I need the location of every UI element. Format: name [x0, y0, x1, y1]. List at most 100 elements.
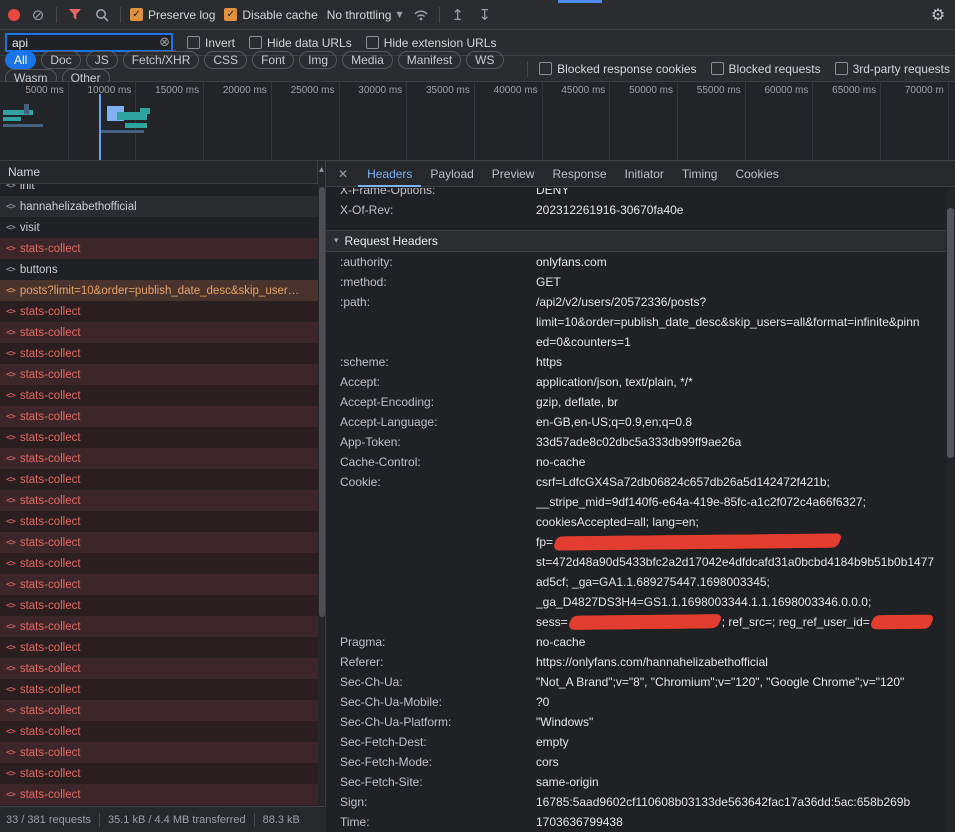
hide-data-urls-checkbox[interactable]: Hide data URLs — [249, 36, 352, 50]
detail-scrollbar[interactable] — [946, 188, 955, 832]
tab-cookies[interactable]: Cookies — [726, 161, 787, 187]
request-row[interactable]: <>stats-collect — [0, 658, 318, 679]
timeline-tick-label: 30000 ms — [336, 85, 402, 96]
request-row[interactable]: <>stats-collect — [0, 574, 318, 595]
status-separator — [254, 813, 255, 827]
scroll-up-icon[interactable]: ▲ — [318, 161, 325, 173]
3rd-party-requests-checkbox[interactable]: 3rd-party requests — [835, 62, 950, 76]
chips-divider — [527, 61, 528, 77]
request-row[interactable]: <>stats-collect — [0, 490, 318, 511]
request-name: stats-collect — [20, 537, 81, 549]
hide-extension-urls-checkbox[interactable]: Hide extension URLs — [366, 36, 497, 50]
header-value-line: fp= — [536, 532, 946, 552]
export-har-icon[interactable]: ↧ — [476, 6, 494, 24]
request-row[interactable]: <>stats-collect — [0, 721, 318, 742]
request-row[interactable]: <>stats-collect — [0, 406, 318, 427]
scrollbar-thumb[interactable] — [947, 208, 954, 458]
close-details-icon[interactable]: ✕ — [328, 167, 358, 181]
request-name: posts?limit=10&order=publish_date_desc&s… — [20, 285, 299, 297]
request-row[interactable]: <>stats-collect — [0, 532, 318, 553]
filter-chip-ws[interactable]: WS — [466, 51, 503, 69]
file-type-icon: <> — [6, 475, 15, 485]
disable-cache-checkbox[interactable]: ✓ Disable cache — [224, 8, 317, 22]
header-value: 202312261916-30670fa40e — [536, 200, 946, 220]
request-name: stats-collect — [20, 789, 81, 801]
filter-chip-media[interactable]: Media — [342, 51, 393, 69]
filter-chip-doc[interactable]: Doc — [41, 51, 80, 69]
request-name: hannahelizabethofficial — [20, 201, 137, 213]
request-row[interactable]: <>stats-collect — [0, 469, 318, 490]
header-name: Sec-Fetch-Mode: — [340, 752, 536, 772]
filter-chip-font[interactable]: Font — [252, 51, 294, 69]
settings-icon[interactable]: ⚙ — [929, 6, 947, 24]
request-row[interactable]: <>stats-collect — [0, 301, 318, 322]
throttling-dropdown[interactable]: No throttling ▼ — [327, 8, 403, 22]
filter-chip-img[interactable]: Img — [299, 51, 337, 69]
request-row[interactable]: <>visit — [0, 217, 318, 238]
request-row[interactable]: <>init — [0, 184, 318, 196]
request-list-scrollbar[interactable]: ▲ — [318, 161, 326, 806]
request-row[interactable]: <>stats-collect — [0, 364, 318, 385]
request-row[interactable]: <>stats-collect — [0, 595, 318, 616]
request-headers-section[interactable]: ▾Request Headers — [326, 230, 946, 252]
filter-chip-js[interactable]: JS — [86, 51, 118, 69]
tab-payload[interactable]: Payload — [421, 161, 482, 187]
clear-filter-icon[interactable]: ⊗ — [159, 35, 170, 50]
request-row[interactable]: <>stats-collect — [0, 616, 318, 637]
clear-icon[interactable]: ⊘ — [29, 6, 47, 24]
request-row[interactable]: <>posts?limit=10&order=publish_date_desc… — [0, 280, 318, 301]
header-value-line: /api2/v2/users/20572336/posts? — [536, 292, 946, 312]
record-icon[interactable] — [8, 9, 20, 21]
file-type-icon: <> — [6, 349, 15, 359]
request-row[interactable]: <>stats-collect — [0, 511, 318, 532]
request-row[interactable]: <>stats-collect — [0, 637, 318, 658]
blocked-requests-checkbox[interactable]: Blocked requests — [711, 62, 821, 76]
filter-chip-manifest[interactable]: Manifest — [398, 51, 461, 69]
import-har-icon[interactable]: ↥ — [449, 6, 467, 24]
request-row[interactable]: <>stats-collect — [0, 343, 318, 364]
request-row[interactable]: <>stats-collect — [0, 784, 318, 805]
tab-preview[interactable]: Preview — [483, 161, 544, 187]
filter-icon[interactable] — [66, 6, 84, 24]
filter-chip-all[interactable]: All — [5, 51, 36, 69]
preserve-log-checkbox[interactable]: ✓ Preserve log — [130, 8, 215, 22]
request-row[interactable]: <>buttons — [0, 259, 318, 280]
invert-checkbox[interactable]: Invert — [187, 36, 235, 50]
file-type-icon: <> — [6, 496, 15, 506]
filter-input[interactable] — [5, 33, 173, 52]
search-icon[interactable] — [93, 6, 111, 24]
request-row[interactable]: <>stats-collect — [0, 427, 318, 448]
tab-initiator[interactable]: Initiator — [616, 161, 673, 187]
network-conditions-icon[interactable] — [412, 6, 430, 24]
request-name: visit — [20, 222, 40, 234]
header-name: Cache-Control: — [340, 452, 536, 472]
tab-timing[interactable]: Timing — [673, 161, 727, 187]
request-name: stats-collect — [20, 663, 81, 675]
filter-chip-fetch-xhr[interactable]: Fetch/XHR — [123, 51, 200, 69]
request-row[interactable]: <>stats-collect — [0, 385, 318, 406]
request-list: <>init<>hannahelizabethofficial<>visit<>… — [0, 184, 318, 806]
request-row[interactable]: <>stats-collect — [0, 700, 318, 721]
header-value: 33d57ade8c02dbc5a333db99ff9ae26a — [536, 432, 946, 452]
header-name: Referer: — [340, 652, 536, 672]
tab-response[interactable]: Response — [543, 161, 615, 187]
tab-headers[interactable]: Headers — [358, 161, 421, 187]
detail-body: X-Frame-Options:DENYX-Of-Rev:20231226191… — [326, 188, 946, 832]
request-row[interactable]: <>stats-collect — [0, 763, 318, 784]
request-row[interactable]: <>stats-collect — [0, 448, 318, 469]
overview-timeline[interactable]: 5000 ms10000 ms15000 ms20000 ms25000 ms3… — [0, 82, 955, 161]
request-row[interactable]: <>hannahelizabethofficial — [0, 196, 318, 217]
blocked-response-cookies-checkbox[interactable]: Blocked response cookies — [539, 62, 696, 76]
header-row: Accept-Language:en-GB,en-US;q=0.9,en;q=0… — [326, 412, 946, 432]
header-value: DENY — [536, 188, 946, 200]
request-row[interactable]: <>stats-collect — [0, 742, 318, 763]
scrollbar-thumb[interactable] — [319, 187, 325, 617]
filter-chip-css[interactable]: CSS — [204, 51, 247, 69]
checkbox-checked-icon: ✓ — [224, 8, 237, 21]
request-row[interactable]: <>stats-collect — [0, 322, 318, 343]
request-row[interactable]: <>stats-collect — [0, 679, 318, 700]
request-row[interactable]: <>stats-collect — [0, 553, 318, 574]
name-column-header[interactable]: Name — [0, 161, 318, 184]
request-row[interactable]: <>stats-collect — [0, 238, 318, 259]
waterfall-bar — [3, 117, 21, 121]
